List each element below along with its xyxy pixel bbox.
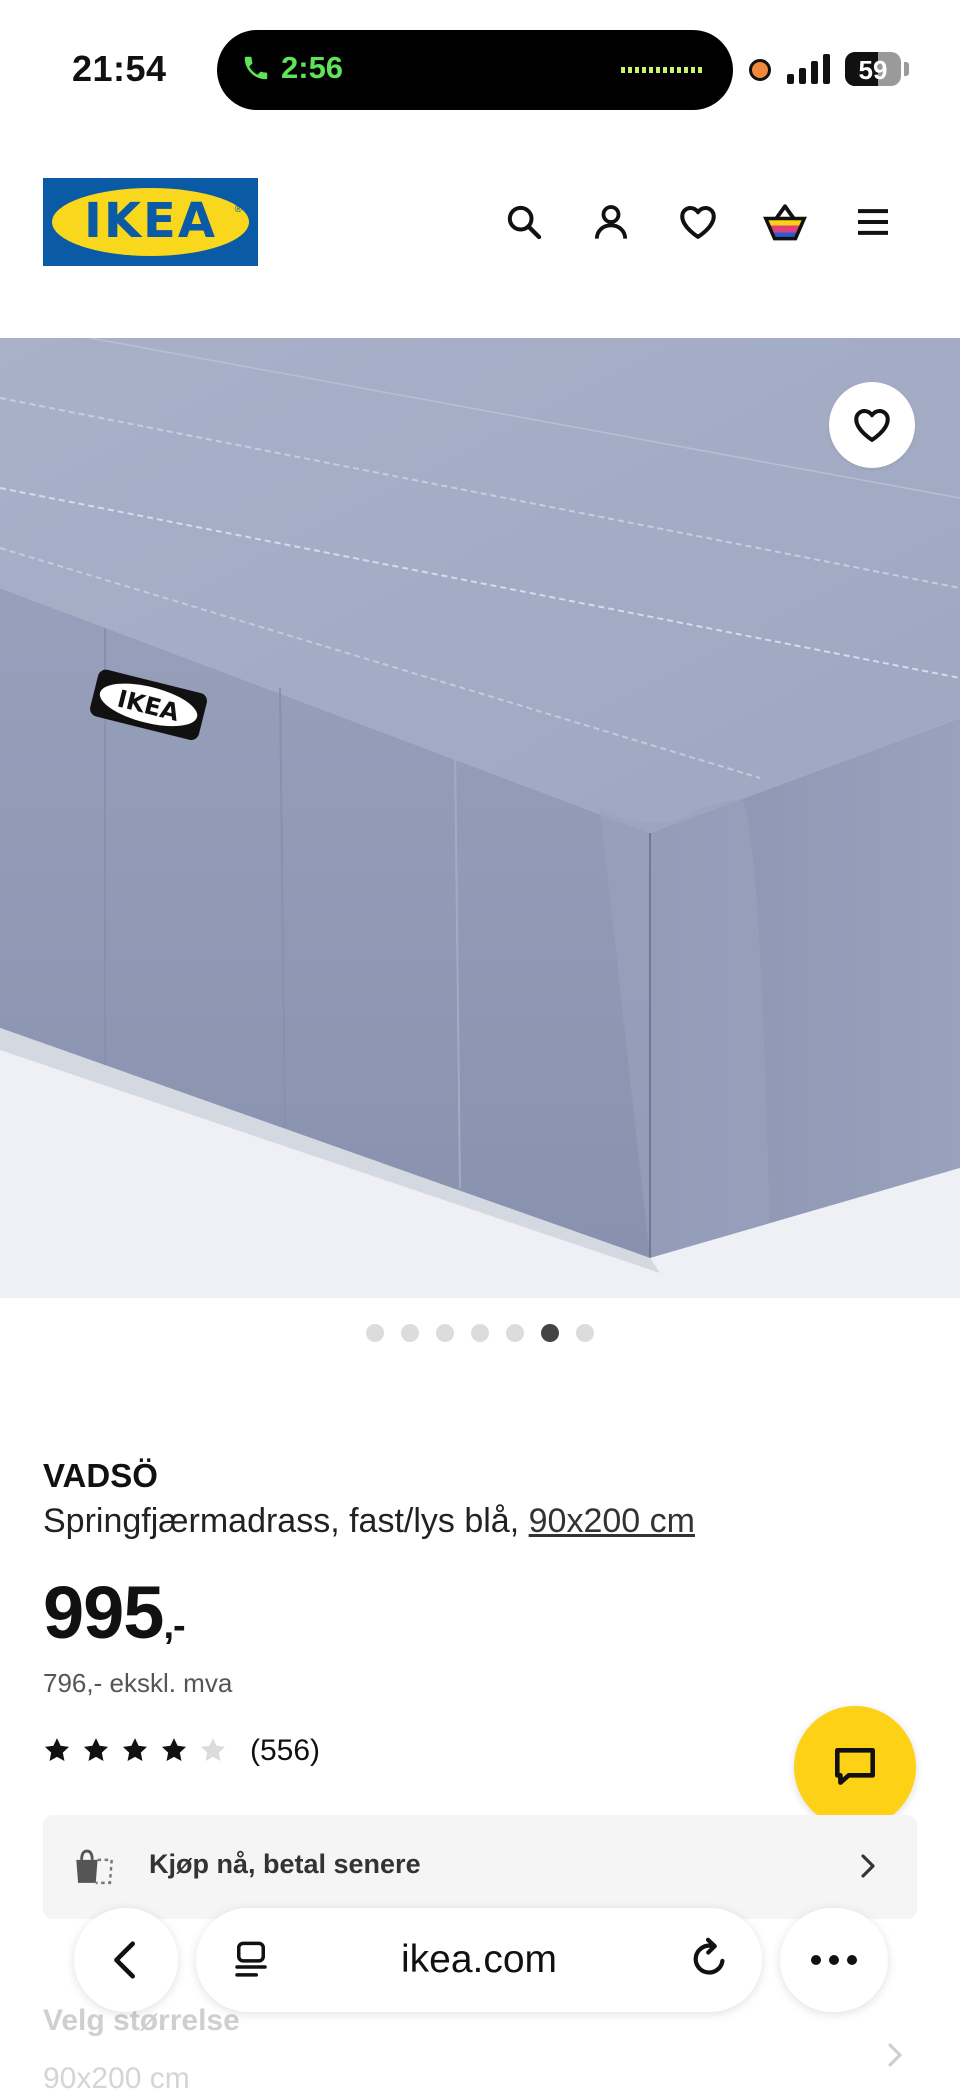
star-empty-icon: [200, 1738, 226, 1761]
carousel-dot[interactable]: [506, 1324, 524, 1342]
size-link[interactable]: 90x200 cm: [529, 1502, 695, 1540]
account-button[interactable]: [585, 196, 637, 248]
url-text: ikea.com: [400, 1938, 558, 1981]
registered-mark-icon: ®: [234, 204, 242, 215]
dynamic-island[interactable]: 2:56: [217, 30, 733, 110]
star-filled-icon: [122, 1738, 148, 1761]
product-description-text: Springfjærmadrass, fast/lys blå,: [43, 1502, 529, 1540]
buy-now-pay-later-option[interactable]: Kjøp nå, betal senere: [43, 1815, 917, 1919]
price-suffix: ,-: [163, 1605, 185, 1647]
shopping-bag-icon: [76, 1849, 114, 1885]
browser-more-button[interactable]: [780, 1908, 888, 2012]
chat-icon: [835, 1748, 875, 1785]
logo-text: IKEA: [84, 193, 217, 249]
price-main: 995: [43, 1571, 164, 1654]
battery-icon: 59: [845, 52, 901, 86]
menu-icon: [858, 209, 888, 235]
address-bar[interactable]: ikea.com: [196, 1908, 762, 2012]
chevron-right-icon: [888, 2043, 903, 2067]
basket-icon: [763, 204, 807, 241]
rating-count[interactable]: (556): [250, 1734, 320, 1768]
size-value: 90x200 cm: [43, 2062, 190, 2095]
call-indicator: 2:56: [241, 50, 343, 86]
carousel-dot[interactable]: [576, 1324, 594, 1342]
star-filled-icon: [161, 1738, 187, 1761]
carousel-dot[interactable]: [541, 1324, 559, 1342]
carousel-dot[interactable]: [471, 1324, 489, 1342]
cellular-signal-icon: [787, 54, 830, 84]
call-timer: 2:56: [281, 50, 344, 85]
search-icon: [507, 205, 542, 240]
audio-waveform: [621, 67, 705, 73]
product-image[interactable]: IKEA: [0, 338, 960, 1298]
rating-stars[interactable]: [43, 1736, 227, 1764]
heart-icon: [854, 408, 890, 442]
carousel-dot[interactable]: [436, 1324, 454, 1342]
ikea-logo[interactable]: IKEA ®: [43, 178, 258, 266]
battery-tip: [904, 62, 909, 76]
user-icon: [594, 205, 628, 239]
chat-button[interactable]: [794, 1706, 916, 1828]
star-filled-icon: [44, 1738, 70, 1761]
search-button[interactable]: [498, 196, 550, 248]
image-carousel-indicator[interactable]: [0, 1324, 960, 1342]
menu-button[interactable]: [847, 196, 899, 248]
product-price: 995,-: [43, 1570, 186, 1655]
price-excl-vat: 796,- ekskl. mva: [43, 1668, 233, 1698]
more-options-icon: [811, 1955, 857, 1965]
recording-indicator: [749, 59, 771, 81]
carousel-dot[interactable]: [401, 1324, 419, 1342]
payment-option-label: Kjøp nå, betal senere: [149, 1849, 421, 1879]
basket-button[interactable]: [759, 196, 811, 248]
battery-level: 59: [858, 55, 888, 85]
chevron-left-icon: [114, 1941, 136, 1979]
favourites-button[interactable]: [672, 196, 724, 248]
mattress-illustration: IKEA: [0, 338, 960, 1298]
heart-icon: [680, 205, 716, 239]
chevron-right-icon: [861, 1854, 875, 1878]
carousel-dot[interactable]: [366, 1324, 384, 1342]
add-to-favourites-button[interactable]: [829, 382, 915, 468]
phone-icon: [244, 56, 268, 80]
browser-back-button[interactable]: [74, 1908, 178, 2012]
product-name: VADSÖ: [43, 1457, 158, 1494]
star-filled-icon: [83, 1738, 109, 1761]
status-time: 21:54: [72, 48, 167, 89]
product-description: Springfjærmadrass, fast/lys blå, 90x200 …: [43, 1502, 695, 1541]
reload-icon[interactable]: [686, 1936, 732, 1982]
